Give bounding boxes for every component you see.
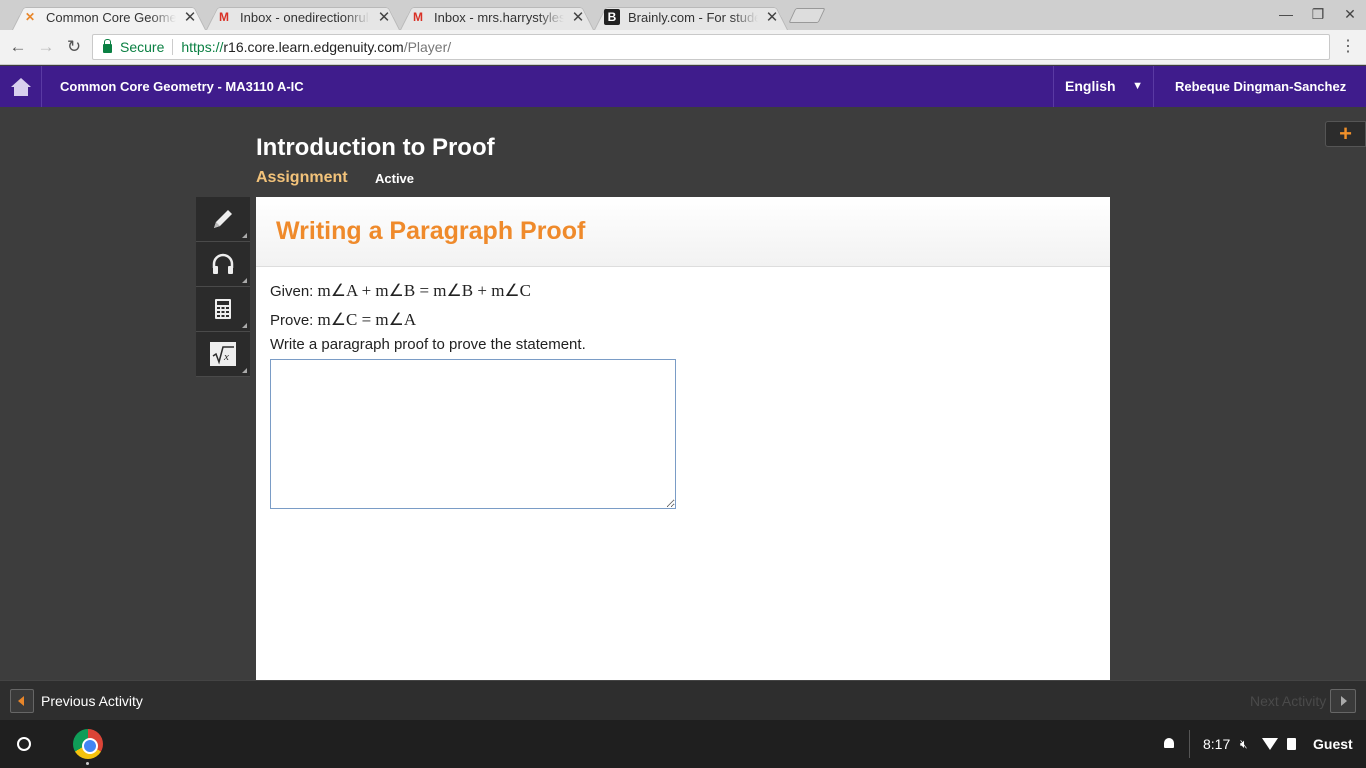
- language-label: English: [1065, 78, 1116, 94]
- given-statement: Given: m∠A + m∠B = m∠B + m∠C: [270, 281, 531, 301]
- reload-icon[interactable]: ↻: [64, 37, 84, 57]
- running-indicator: [86, 762, 89, 765]
- prove-statement: Prove: m∠C = m∠A: [270, 310, 416, 330]
- prove-label: Prove:: [270, 312, 314, 329]
- previous-activity-label[interactable]: Previous Activity: [41, 693, 143, 709]
- tab-inbox-onedirectionrules[interactable]: M Inbox - onedirectionrules ✕: [206, 4, 400, 31]
- browser-tab-strip: ✕ Common Core Geometry ✕ M Inbox - onedi…: [0, 0, 1366, 31]
- close-window-icon[interactable]: ✕: [1339, 4, 1361, 24]
- chrome-icon[interactable]: [73, 729, 103, 759]
- activity-card: Writing a Paragraph Proof Given: m∠A + m…: [256, 197, 1110, 680]
- headphones-icon: [212, 253, 234, 274]
- url-host: r16.core.learn.edgenuity.com: [223, 39, 404, 55]
- tab-title: Brainly.com - For students: [628, 9, 758, 25]
- url-path: /Player/: [403, 39, 452, 55]
- tab-title: Inbox - mrs.harrystyles1: [434, 9, 564, 25]
- tab-brainly[interactable]: B Brainly.com - For students ✕: [594, 4, 788, 31]
- activity-type: Assignment: [256, 169, 348, 186]
- chevron-down-icon: ▼: [1132, 80, 1143, 92]
- user-name-link[interactable]: Rebeque Dingman-Sanchez: [1175, 66, 1346, 107]
- next-activity-label[interactable]: Next Activity: [1250, 693, 1326, 709]
- plus-icon[interactable]: +: [1325, 121, 1366, 147]
- calculator-tool-button[interactable]: [196, 287, 250, 332]
- language-select[interactable]: English ▼: [1053, 66, 1154, 107]
- gmail-icon: M: [413, 10, 423, 24]
- browser-menu-icon[interactable]: ⋮: [1340, 37, 1356, 57]
- battery-icon[interactable]: [1287, 720, 1296, 768]
- home-button[interactable]: [0, 66, 42, 107]
- app-header: Common Core Geometry - MA3110 A-IC Engli…: [0, 66, 1366, 107]
- activity-header: Writing a Paragraph Proof: [256, 197, 1110, 267]
- close-icon[interactable]: ✕: [764, 8, 780, 26]
- close-icon[interactable]: ✕: [376, 8, 392, 26]
- forward-arrow-icon[interactable]: →: [36, 37, 56, 57]
- brainly-icon: B: [604, 9, 620, 25]
- gmail-icon: M: [219, 10, 229, 24]
- tab-title: Inbox - onedirectionrules: [240, 9, 370, 25]
- os-shelf: [0, 720, 1366, 768]
- instruction-text: Write a paragraph proof to prove the sta…: [270, 336, 586, 353]
- course-title: Common Core Geometry - MA3110 A-IC: [60, 79, 304, 94]
- clock[interactable]: 8:17: [1203, 720, 1230, 768]
- given-label: Given:: [270, 283, 314, 300]
- given-equation: m∠A + m∠B = m∠B + m∠C: [317, 281, 532, 300]
- tab-title: Common Core Geometry: [46, 9, 176, 25]
- lock-icon: [103, 38, 112, 53]
- lesson-title: Introduction to Proof: [256, 134, 495, 161]
- pencil-tool-button[interactable]: [196, 197, 250, 242]
- activity-status: Active: [375, 171, 415, 186]
- address-bar[interactable]: Secure https://r16.core.learn.edgenuity.…: [92, 34, 1330, 60]
- user-status[interactable]: Guest: [1313, 720, 1353, 768]
- wifi-icon[interactable]: [1262, 720, 1278, 768]
- activity-navigation-bar: Previous Activity Next Activity: [0, 680, 1366, 720]
- edgenuity-x-icon: ✕: [24, 10, 36, 24]
- close-icon[interactable]: ✕: [182, 8, 198, 26]
- proof-answer-textarea[interactable]: [270, 359, 676, 509]
- pencil-icon: [214, 210, 232, 228]
- back-arrow-icon[interactable]: ←: [8, 37, 28, 57]
- new-tab-button[interactable]: [788, 8, 826, 23]
- url-scheme: https://: [181, 39, 224, 55]
- activity-title: Writing a Paragraph Proof: [276, 217, 586, 245]
- formula-tool-button[interactable]: x: [196, 332, 250, 377]
- calculator-icon: [215, 299, 231, 319]
- tab-inbox-mrs-harrystyles[interactable]: M Inbox - mrs.harrystyles1 ✕: [400, 4, 594, 31]
- launcher-icon[interactable]: [17, 737, 31, 751]
- maximize-window-icon[interactable]: ❐: [1307, 4, 1329, 24]
- browser-toolbar: ← → ↻ Secure https://r16.core.learn.edge…: [0, 30, 1366, 65]
- close-icon[interactable]: ✕: [570, 8, 586, 26]
- audio-tool-button[interactable]: [196, 242, 250, 287]
- next-activity-button[interactable]: [1330, 689, 1356, 713]
- minimize-window-icon[interactable]: —: [1275, 4, 1297, 24]
- tool-sidebar: x: [196, 197, 250, 377]
- svg-text:x: x: [223, 351, 229, 363]
- volume-muted-icon[interactable]: 🔇︎: [1240, 720, 1248, 768]
- notification-bell-icon[interactable]: [1163, 720, 1175, 768]
- prove-equation: m∠C = m∠A: [317, 310, 417, 329]
- previous-activity-button[interactable]: [10, 689, 34, 713]
- secure-label: Secure: [120, 39, 165, 55]
- square-root-icon: x: [210, 342, 236, 366]
- home-icon: [10, 77, 31, 96]
- tab-common-core-geometry[interactable]: ✕ Common Core Geometry ✕: [12, 4, 206, 31]
